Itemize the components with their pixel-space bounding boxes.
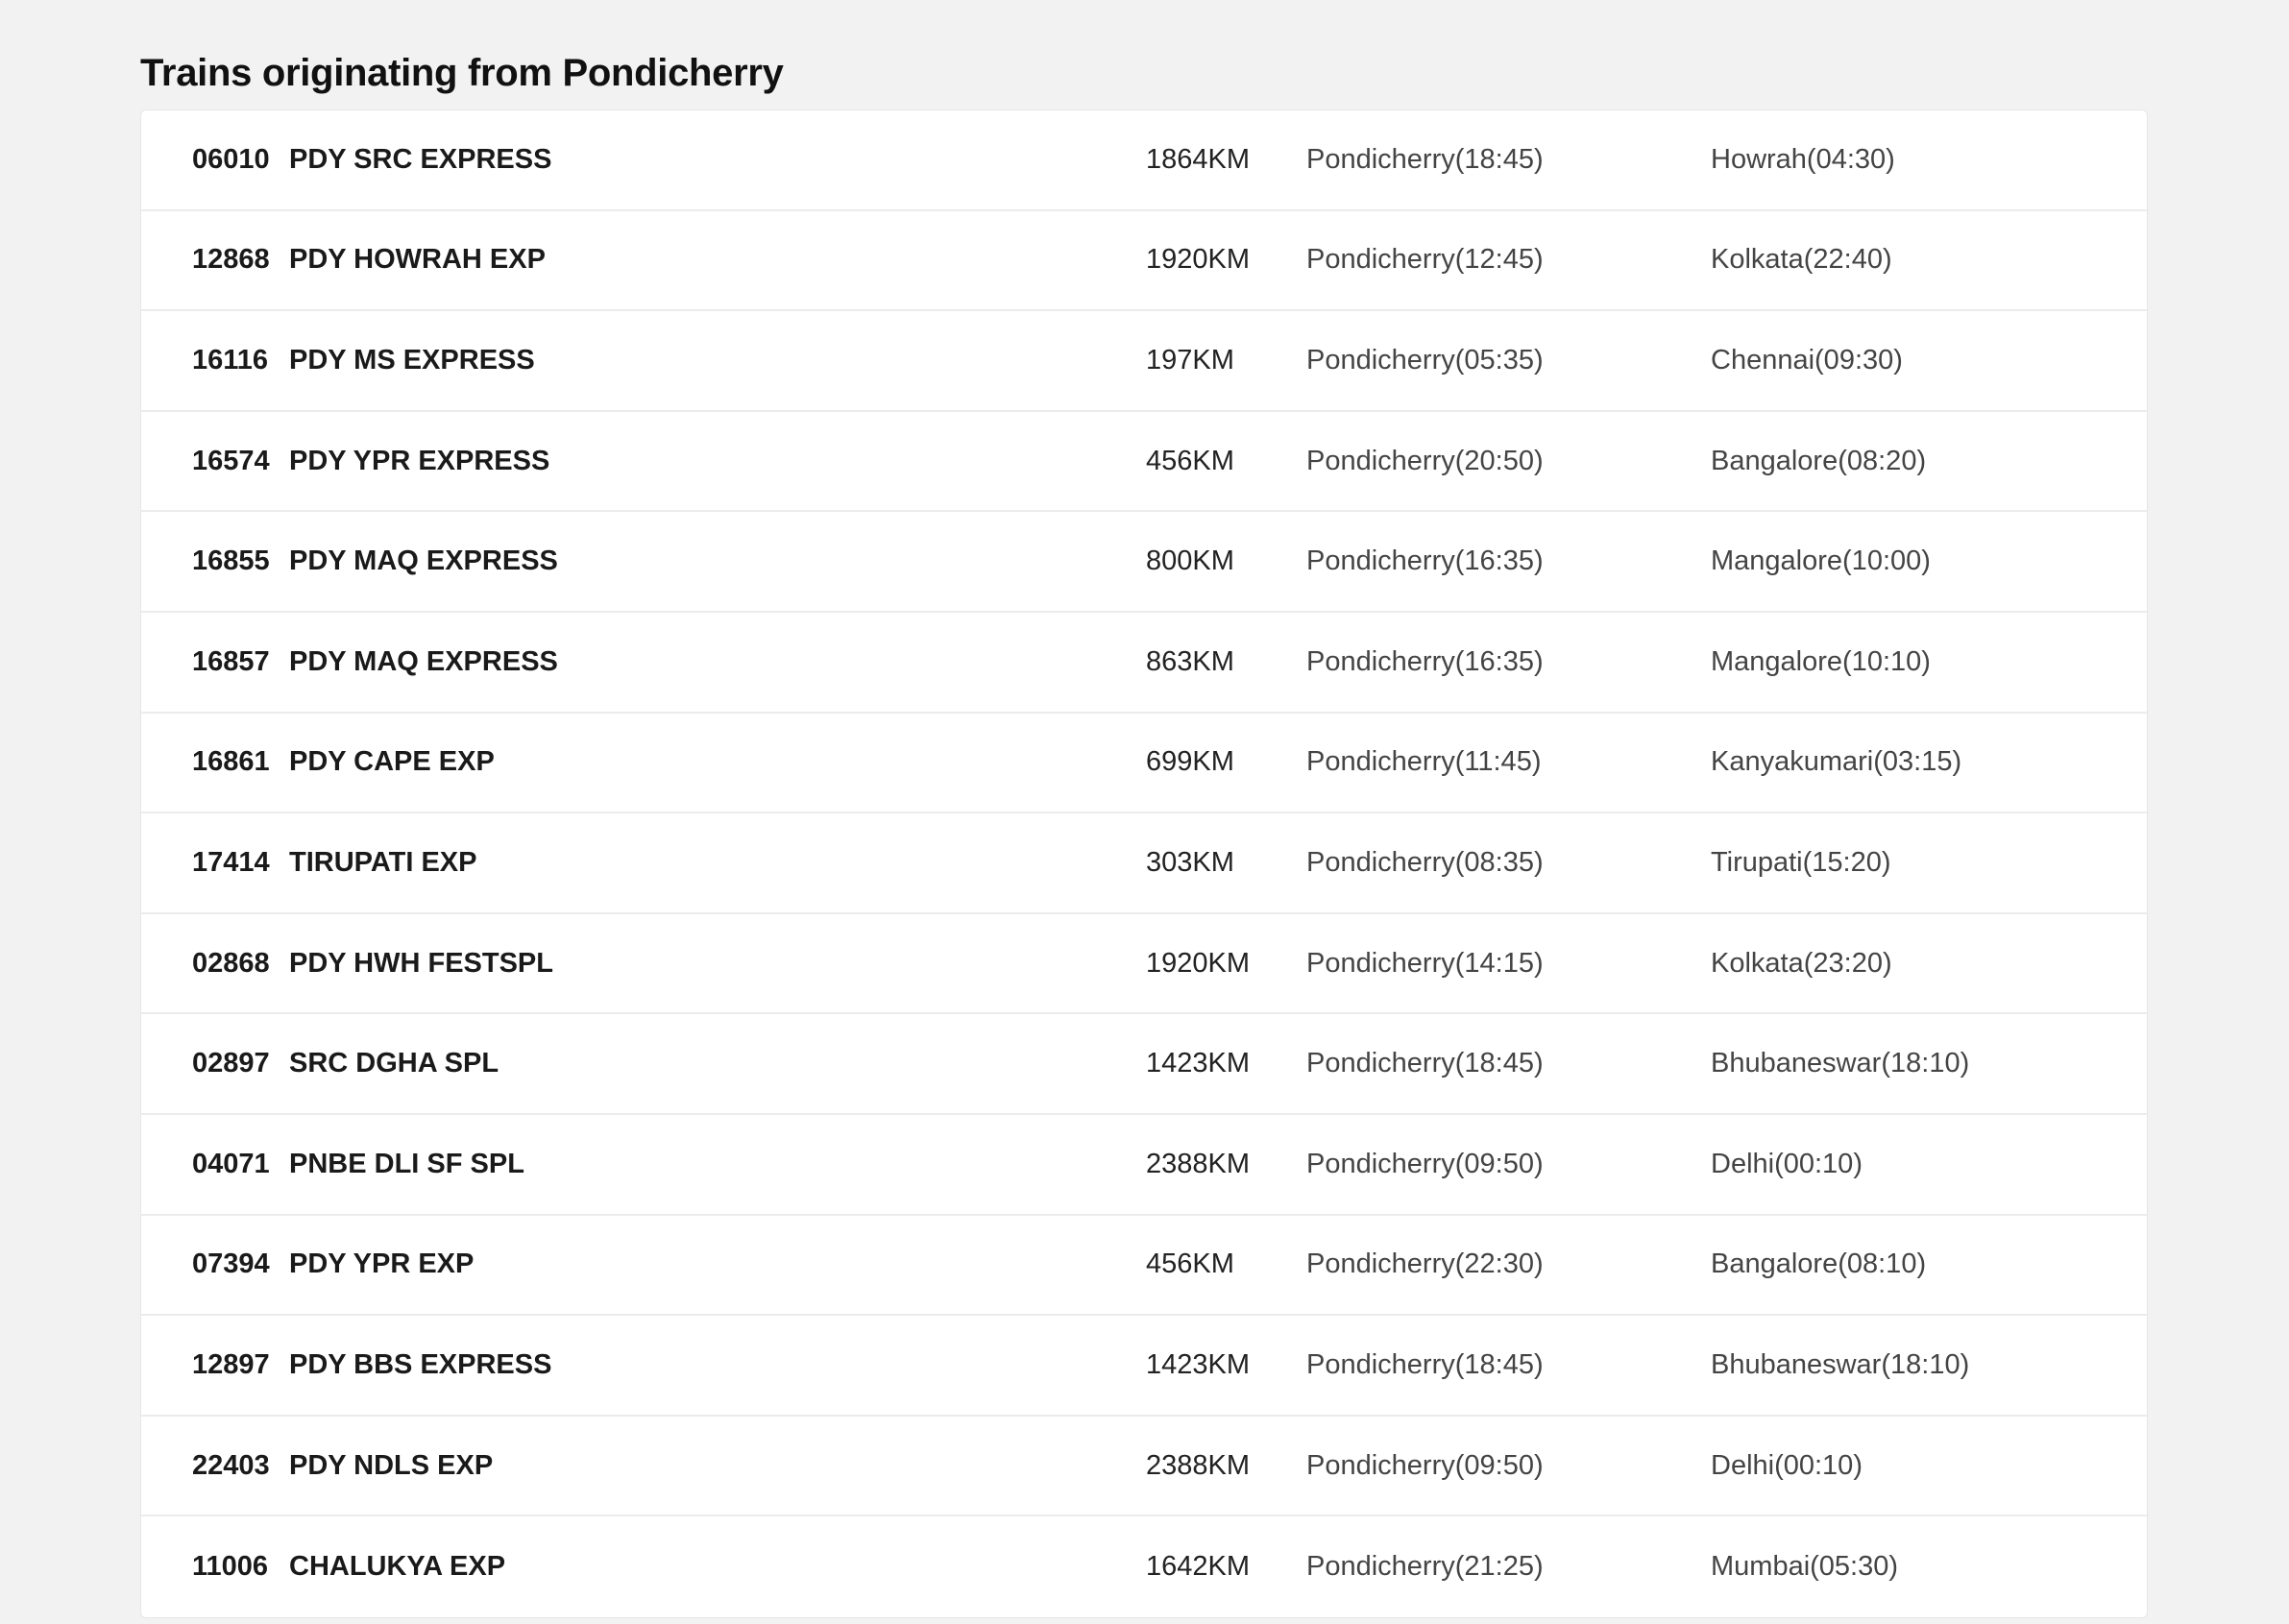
train-number: 16855 (192, 545, 270, 577)
train-departure: Pondicherry(09:50) (1306, 1449, 1544, 1481)
train-name[interactable]: CHALUKYA EXP (289, 1516, 505, 1617)
train-departure: Pondicherry(08:35) (1306, 846, 1544, 878)
train-name[interactable]: PDY CAPE EXP (289, 714, 495, 812)
train-name[interactable]: PDY NDLS EXP (289, 1417, 493, 1515)
train-arrival: Bhubaneswar(18:10) (1711, 1048, 1970, 1079)
train-row[interactable]: 16116 PDY MS EXPRESS 197KM Pondicherry(0… (141, 311, 2147, 412)
train-distance: 456KM (1146, 445, 1234, 476)
train-number: 12868 (192, 244, 270, 276)
train-departure: Pondicherry(20:50) (1306, 445, 1544, 476)
train-distance: 1423KM (1146, 1048, 1251, 1079)
train-distance: 1920KM (1146, 947, 1251, 979)
train-departure: Pondicherry(18:45) (1306, 143, 1544, 175)
train-departure: Pondicherry(12:45) (1306, 244, 1544, 276)
train-number: 06010 (192, 143, 270, 175)
train-row[interactable]: 07394 PDY YPR EXP 456KM Pondicherry(22:3… (141, 1216, 2147, 1317)
train-arrival: Tirupati(15:20) (1711, 846, 1891, 878)
train-arrival: Bhubaneswar(18:10) (1711, 1348, 1970, 1380)
train-name[interactable]: PDY MAQ EXPRESS (289, 613, 558, 712)
train-number: 07394 (192, 1248, 270, 1280)
train-number: 02868 (192, 947, 270, 979)
train-number: 17414 (192, 846, 270, 878)
train-name[interactable]: PDY HWH FESTSPL (289, 914, 553, 1013)
page: Trains originating from Pondicherry 0601… (0, 0, 2289, 1624)
train-number: 11006 (192, 1551, 269, 1583)
train-row[interactable]: 02897 SRC DGHA SPL 1423KM Pondicherry(18… (141, 1014, 2147, 1115)
train-number: 04071 (192, 1148, 270, 1179)
train-row[interactable]: 12868 PDY HOWRAH EXP 1920KM Pondicherry(… (141, 211, 2147, 312)
train-departure: Pondicherry(05:35) (1306, 344, 1544, 376)
train-arrival: Bangalore(08:20) (1711, 445, 1927, 476)
train-distance: 800KM (1146, 545, 1234, 577)
train-name[interactable]: TIRUPATI EXP (289, 813, 477, 912)
train-number: 22403 (192, 1449, 270, 1481)
train-row[interactable]: 16574 PDY YPR EXPRESS 456KM Pondicherry(… (141, 412, 2147, 513)
train-distance: 2388KM (1146, 1148, 1251, 1179)
train-arrival: Kolkata(23:20) (1711, 947, 1892, 979)
train-arrival: Mangalore(10:00) (1711, 545, 1931, 577)
train-departure: Pondicherry(11:45) (1306, 746, 1542, 778)
train-distance: 863KM (1146, 645, 1234, 677)
train-distance: 699KM (1146, 746, 1234, 778)
train-departure: Pondicherry(22:30) (1306, 1248, 1544, 1280)
train-arrival: Mumbai(05:30) (1711, 1551, 1899, 1583)
train-number: 16574 (192, 445, 270, 476)
train-distance: 2388KM (1146, 1449, 1251, 1481)
train-departure: Pondicherry(14:15) (1306, 947, 1544, 979)
train-row[interactable]: 12897 PDY BBS EXPRESS 1423KM Pondicherry… (141, 1316, 2147, 1417)
train-distance: 303KM (1146, 846, 1234, 878)
train-distance: 1423KM (1146, 1348, 1251, 1380)
train-name[interactable]: SRC DGHA SPL (289, 1014, 499, 1113)
train-arrival: Mangalore(10:10) (1711, 645, 1931, 677)
train-arrival: Howrah(04:30) (1711, 143, 1895, 175)
train-name[interactable]: PDY BBS EXPRESS (289, 1316, 551, 1415)
train-name[interactable]: PNBE DLI SF SPL (289, 1115, 524, 1214)
train-arrival: Bangalore(08:10) (1711, 1248, 1927, 1280)
train-number: 16857 (192, 645, 270, 677)
train-departure: Pondicherry(16:35) (1306, 645, 1544, 677)
train-row[interactable]: 16855 PDY MAQ EXPRESS 800KM Pondicherry(… (141, 512, 2147, 613)
train-row[interactable]: 16857 PDY MAQ EXPRESS 863KM Pondicherry(… (141, 613, 2147, 714)
train-departure: Pondicherry(21:25) (1306, 1551, 1544, 1583)
train-departure: Pondicherry(16:35) (1306, 545, 1544, 577)
train-distance: 1864KM (1146, 143, 1251, 175)
train-distance: 456KM (1146, 1248, 1234, 1280)
train-distance: 1642KM (1146, 1551, 1251, 1583)
train-departure: Pondicherry(18:45) (1306, 1348, 1544, 1380)
train-number: 16116 (192, 344, 269, 376)
train-distance: 1920KM (1146, 244, 1251, 276)
train-number: 02897 (192, 1048, 270, 1079)
section-title: Trains originating from Pondicherry (140, 52, 784, 94)
train-row[interactable]: 06010 PDY SRC EXPRESS 1864KM Pondicherry… (141, 110, 2147, 211)
train-arrival: Delhi(00:10) (1711, 1148, 1863, 1179)
train-departure: Pondicherry(18:45) (1306, 1048, 1544, 1079)
train-row[interactable]: 17414 TIRUPATI EXP 303KM Pondicherry(08:… (141, 813, 2147, 914)
train-name[interactable]: PDY YPR EXP (289, 1216, 474, 1315)
train-row[interactable]: 04071 PNBE DLI SF SPL 2388KM Pondicherry… (141, 1115, 2147, 1216)
train-row[interactable]: 11006 CHALUKYA EXP 1642KM Pondicherry(21… (141, 1516, 2147, 1617)
train-arrival: Kanyakumari(03:15) (1711, 746, 1962, 778)
train-arrival: Chennai(09:30) (1711, 344, 1903, 376)
train-row[interactable]: 02868 PDY HWH FESTSPL 1920KM Pondicherry… (141, 914, 2147, 1015)
train-row[interactable]: 22403 PDY NDLS EXP 2388KM Pondicherry(09… (141, 1417, 2147, 1517)
train-name[interactable]: PDY MAQ EXPRESS (289, 512, 558, 611)
train-departure: Pondicherry(09:50) (1306, 1148, 1544, 1179)
train-distance: 197KM (1146, 344, 1234, 376)
train-list: 06010 PDY SRC EXPRESS 1864KM Pondicherry… (140, 109, 2148, 1618)
train-name[interactable]: PDY MS EXPRESS (289, 311, 535, 410)
train-name[interactable]: PDY SRC EXPRESS (289, 110, 551, 209)
train-number: 16861 (192, 746, 270, 778)
train-name[interactable]: PDY HOWRAH EXP (289, 211, 546, 310)
train-name[interactable]: PDY YPR EXPRESS (289, 412, 549, 511)
train-row[interactable]: 16861 PDY CAPE EXP 699KM Pondicherry(11:… (141, 714, 2147, 814)
train-number: 12897 (192, 1348, 270, 1380)
train-arrival: Delhi(00:10) (1711, 1449, 1863, 1481)
train-arrival: Kolkata(22:40) (1711, 244, 1892, 276)
